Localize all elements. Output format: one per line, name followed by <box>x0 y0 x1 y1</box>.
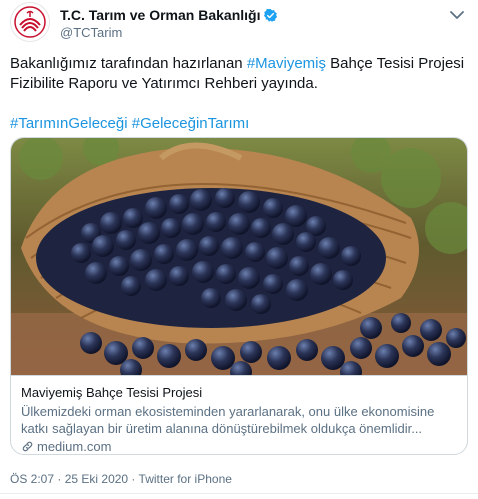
meta-separator: · <box>54 472 65 486</box>
tweet-text: Bakanlığımız tarafından hazırlanan #Mavi… <box>10 54 468 134</box>
blueberry-basket-image[interactable] <box>11 138 467 375</box>
hashtag-tarimin-gelecegi[interactable]: #TarımınGeleceği <box>10 115 128 132</box>
hashtag-maviyemis[interactable]: #Maviyemiş <box>247 55 326 72</box>
link-preview-card[interactable]: Maviyemiş Bahçe Tesisi Projesi Ülkemizde… <box>10 137 468 455</box>
card-description: Ülkemizdeki orman ekosisteminden yararla… <box>21 404 435 436</box>
tweet-date[interactable]: 25 Eki 2020 <box>65 472 128 486</box>
account-handle[interactable]: @TCTarim <box>60 25 122 40</box>
tweet-source[interactable]: Twitter for iPhone <box>139 472 232 486</box>
account-name[interactable]: T.C. Tarım ve Orman Bakanlığı <box>60 7 260 23</box>
hashtag-gelecegin-tarimi[interactable]: #GeleceğinTarımı <box>132 115 250 132</box>
more-options-icon[interactable] <box>446 6 468 24</box>
tweet-meta: ÖS 2:07 · 25 Eki 2020 · Twitter for iPho… <box>10 472 232 486</box>
card-domain[interactable]: medium.com <box>21 438 457 454</box>
card-title[interactable]: Maviyemiş Bahçe Tesisi Projesi <box>21 384 457 401</box>
card-domain-text: medium.com <box>37 439 112 454</box>
ministry-logo-icon <box>14 6 46 38</box>
tweet-header: T.C. Tarım ve Orman Bakanlığı @TCTarim <box>10 2 468 44</box>
meta-separator: · <box>128 472 139 486</box>
verified-badge-icon <box>264 8 278 22</box>
avatar[interactable] <box>10 2 50 42</box>
divider <box>0 493 478 494</box>
tweet-time[interactable]: ÖS 2:07 <box>10 472 54 486</box>
link-icon <box>22 441 33 452</box>
tweet-text-part1: Bakanlığımız tarafından hazırlanan <box>10 55 247 72</box>
